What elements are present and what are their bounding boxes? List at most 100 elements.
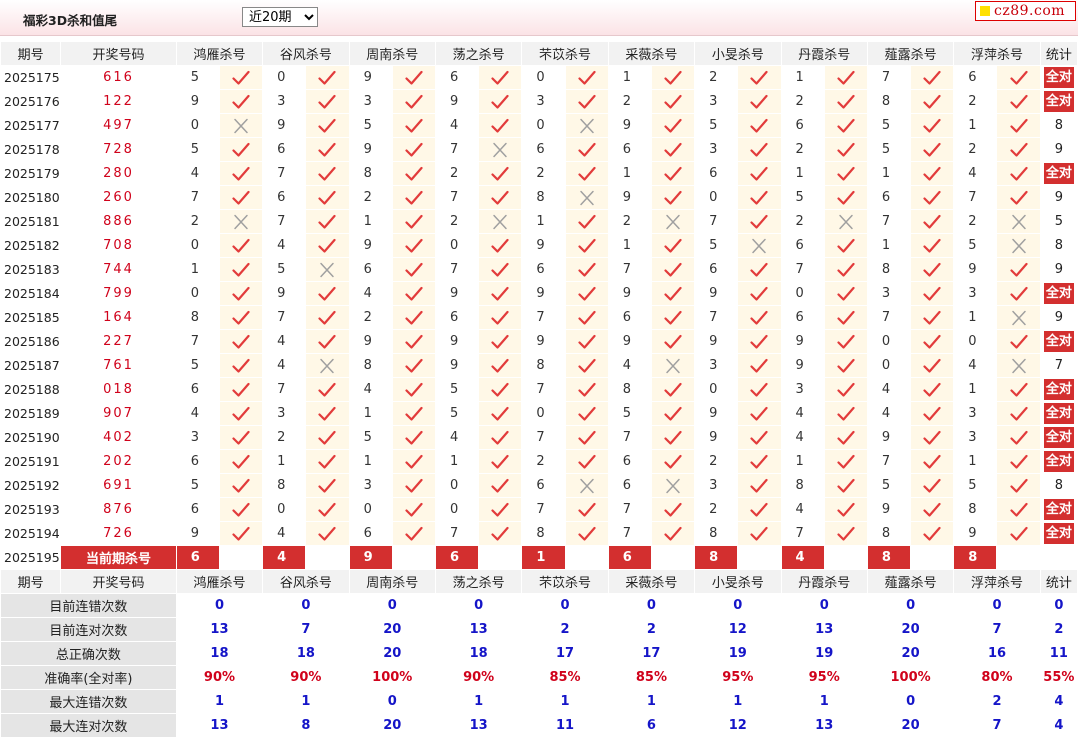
kill-number-cell: 3 <box>694 137 739 162</box>
kill-number-cell: 1 <box>866 233 912 258</box>
result-check-icon <box>650 281 696 306</box>
result-check-icon <box>391 449 436 474</box>
result-check-icon <box>564 89 609 114</box>
summary-row: 目前连对次数 13 7 20 13 2 2 12 13 20 7 2 <box>0 617 1078 642</box>
stat-cell: 全对 <box>1039 377 1078 402</box>
site-logo[interactable]: cz89.com <box>975 1 1076 21</box>
result-check-icon <box>823 161 868 186</box>
result-check-icon <box>218 137 264 162</box>
draw-number-cell: 907 <box>60 401 177 426</box>
summary-value: 20 <box>348 713 436 738</box>
draw-number-cell: 227 <box>60 329 177 354</box>
result-check-icon <box>910 305 955 330</box>
kill-number-cell: 5 <box>694 233 739 258</box>
kill-number-cell: 9 <box>694 401 739 426</box>
summary-value: 18 <box>262 641 350 666</box>
result-check-icon <box>305 65 350 90</box>
kill-number-cell: 3 <box>348 473 393 498</box>
result-check-icon <box>823 233 868 258</box>
result-check-icon <box>737 209 782 234</box>
kill-number-cell: 6 <box>694 161 739 186</box>
kill-number-cell: 0 <box>434 473 480 498</box>
draw-number-cell: 761 <box>60 353 177 378</box>
result-check-icon <box>391 473 436 498</box>
summary-value: 90% <box>175 665 264 690</box>
stat-cell: 全对 <box>1039 65 1078 90</box>
current-row: 2025195 当前期杀号 6 4 9 6 1 6 8 4 8 8 <box>0 545 1078 570</box>
result-check-icon <box>996 185 1041 210</box>
result-check-icon <box>910 497 955 522</box>
result-check-icon <box>996 257 1041 282</box>
result-check-icon <box>478 521 523 546</box>
kill-number-cell: 7 <box>521 305 566 330</box>
kill-number-cell: 7 <box>953 185 998 210</box>
result-check-icon <box>478 257 523 282</box>
all-correct-badge: 全对 <box>1043 163 1074 184</box>
issue-cell: 2025187 <box>0 353 62 378</box>
kill-number-cell: 4 <box>175 401 220 426</box>
kill-number-cell: 8 <box>348 161 393 186</box>
summary-value: 2 <box>953 689 1041 714</box>
result-check-icon <box>737 449 782 474</box>
result-check-icon <box>650 137 696 162</box>
column-header-expert: 浮萍杀号 <box>953 41 1041 66</box>
table-row: 2025194 726 9 4 6 7 8 7 8 7 8 9 全对 <box>0 521 1078 546</box>
kill-number-cell: 9 <box>607 329 652 354</box>
all-correct-badge: 全对 <box>1043 427 1074 448</box>
kill-number-cell: 7 <box>780 257 825 282</box>
result-check-icon <box>650 161 696 186</box>
kill-number-cell: 4 <box>262 233 307 258</box>
summary-value: 6 <box>607 713 696 738</box>
kill-number-cell: 5 <box>434 401 480 426</box>
result-check-icon <box>478 401 523 426</box>
all-correct-badge: 全对 <box>1043 91 1074 112</box>
result-check-icon <box>910 377 955 402</box>
result-check-icon <box>910 401 955 426</box>
result-check-icon <box>996 89 1041 114</box>
kill-number-cell: 6 <box>780 305 825 330</box>
result-cross-icon <box>478 209 523 234</box>
result-check-icon <box>823 329 868 354</box>
result-cross-icon <box>650 353 696 378</box>
kill-number-cell: 2 <box>694 65 739 90</box>
result-check-icon <box>564 449 609 474</box>
summary-label: 最大连对次数 <box>0 713 177 738</box>
kill-number-cell: 9 <box>866 497 912 522</box>
summary-value: 20 <box>866 713 955 738</box>
summary-value: 13 <box>175 713 264 738</box>
column-header-stat: 统计 <box>1039 41 1078 66</box>
top-bar: 福彩3D杀和值尾 近20期 cz89.com <box>0 0 1078 36</box>
result-check-icon <box>305 281 350 306</box>
all-correct-badge: 全对 <box>1043 403 1074 424</box>
result-check-icon <box>218 353 264 378</box>
summary-value: 85% <box>521 665 609 690</box>
stat-cell: 5 <box>1039 209 1078 234</box>
current-kill-number: 1 <box>521 545 566 570</box>
result-check-icon <box>564 209 609 234</box>
kill-number-cell: 2 <box>348 305 393 330</box>
kill-number-cell: 1 <box>262 449 307 474</box>
kill-number-cell: 9 <box>521 281 566 306</box>
summary-value: 0 <box>521 593 609 618</box>
summary-value: 0 <box>694 593 782 618</box>
summary-value: 2 <box>521 617 609 642</box>
result-cross-icon <box>305 353 350 378</box>
current-kill-spacer <box>823 545 868 570</box>
result-check-icon <box>910 329 955 354</box>
result-check-icon <box>564 497 609 522</box>
current-kill-number: 9 <box>348 545 393 570</box>
kill-number-cell: 5 <box>607 401 652 426</box>
table-row: 2025179 280 4 7 8 2 2 1 6 1 1 4 全对 <box>0 161 1078 186</box>
kill-number-cell: 1 <box>348 401 393 426</box>
summary-value: 80% <box>953 665 1041 690</box>
draw-number-cell: 122 <box>60 89 177 114</box>
column-header-expert: 浮萍杀号 <box>953 569 1041 594</box>
kill-number-cell: 0 <box>521 401 566 426</box>
result-check-icon <box>478 329 523 354</box>
all-correct-badge: 全对 <box>1043 283 1074 304</box>
summary-total: 2 <box>1039 617 1078 642</box>
kill-number-cell: 8 <box>521 185 566 210</box>
summary-label: 总正确次数 <box>0 641 177 666</box>
issue-cell: 2025185 <box>0 305 62 330</box>
period-select[interactable]: 近20期 <box>242 7 318 27</box>
